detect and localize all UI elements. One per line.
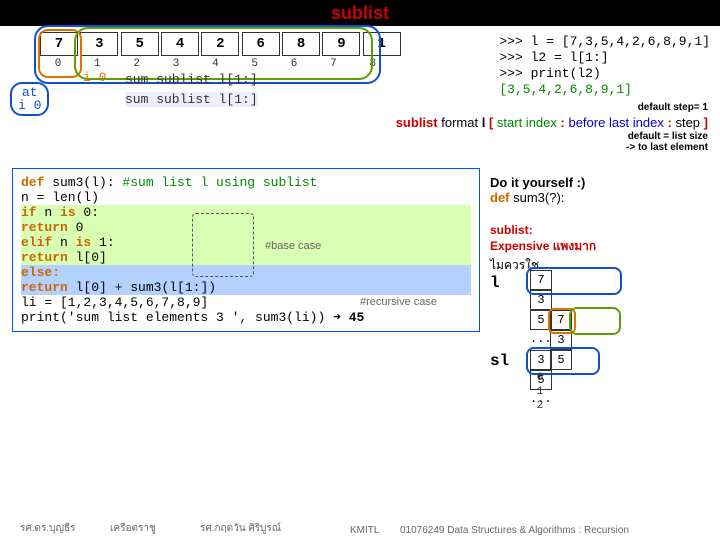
- fmt-open: [: [489, 115, 497, 130]
- title-bar: sublist: [0, 0, 720, 26]
- repl-line: >>> l2 = l[1:]: [499, 50, 710, 66]
- mini-blue-box: [526, 267, 622, 295]
- mini-idx: 1: [530, 386, 550, 398]
- title-red: sublist: [331, 3, 389, 23]
- code-line: return l[0] + sum3(l[1:]): [21, 280, 471, 295]
- mini-idx: 2: [530, 400, 550, 412]
- fmt-step: step: [675, 115, 700, 130]
- code-line: def sum3(l): #sum list l using sublist: [21, 175, 471, 190]
- code-line: print('sum list elements 3 ', sum3(li)) …: [21, 310, 471, 325]
- sum-sublist-2: sum sublist l[1:]: [125, 92, 258, 107]
- sl-label: sl: [490, 352, 509, 370]
- i0-label: i 0: [83, 70, 106, 85]
- footer-e: 01076249 Data Structures & Algorithms : …: [400, 525, 629, 536]
- repl-line: [3,5,4,2,6,8,9,1]: [499, 82, 710, 98]
- sum-sublist-1: sum sublist l[1:]: [125, 72, 258, 87]
- base-case-label: #base case: [265, 240, 321, 252]
- fmt-start: start index: [497, 115, 557, 130]
- fmt-l: l: [482, 115, 486, 130]
- at-i0-box: at i 0: [10, 82, 49, 116]
- fmt-close: ]: [704, 115, 708, 130]
- sublist-format: sublist format l [ start index : before …: [396, 115, 708, 130]
- mini-idx: 0: [530, 372, 550, 384]
- footer-a: รศ.ดร.บุญธีร: [20, 521, 75, 536]
- repl-output: >>> l = [7,3,5,4,2,6,8,9,1] >>> l2 = l[1…: [499, 34, 710, 98]
- at-i0: i 0: [18, 98, 41, 113]
- do-it-yourself: Do it yourself :) def sum3(?):: [490, 175, 710, 205]
- doit-line: Do it yourself :): [490, 175, 710, 190]
- mini-green-box: [569, 307, 621, 335]
- note-default-step: default step= 1: [638, 102, 708, 113]
- repl-line: >>> l = [7,3,5,4,2,6,8,9,1]: [499, 34, 710, 50]
- footer-d: KMITL: [350, 525, 379, 536]
- base-case-box: [192, 213, 254, 277]
- note-default-size-2: -> to last element: [626, 142, 708, 153]
- array-strip: 7 3 5 4 2 6 8 9 1 0 1 2 3 4 5 6 7 8 i 0 …: [10, 32, 410, 107]
- exp-line: sublist:: [490, 223, 710, 237]
- footer-c: รศ.กฤตวัน ศิริบูรณ์: [200, 521, 281, 536]
- exp-line: Expensive แพงมาก: [490, 237, 710, 256]
- l-label: l: [490, 274, 500, 292]
- fmt-word: format: [441, 115, 481, 130]
- mini-cell: ...: [530, 330, 550, 348]
- footer: รศ.ดร.บุญธีร เครือตราชู รศ.กฤตวัน ศิริบู…: [0, 518, 720, 540]
- fmt-before: before last index: [568, 115, 663, 130]
- note-default-size-1: default = list size: [628, 131, 708, 142]
- repl-line: >>> print(l2): [499, 66, 710, 82]
- footer-b: เครือตราชู: [110, 521, 156, 536]
- doit-line: def sum3(?):: [490, 190, 710, 205]
- code-line: n = len(l): [21, 190, 471, 205]
- fmt-sublist: sublist: [396, 115, 438, 130]
- right-column: Do it yourself :) def sum3(?): sublist: …: [490, 175, 710, 275]
- rec-case-label: #recursive case: [360, 296, 437, 308]
